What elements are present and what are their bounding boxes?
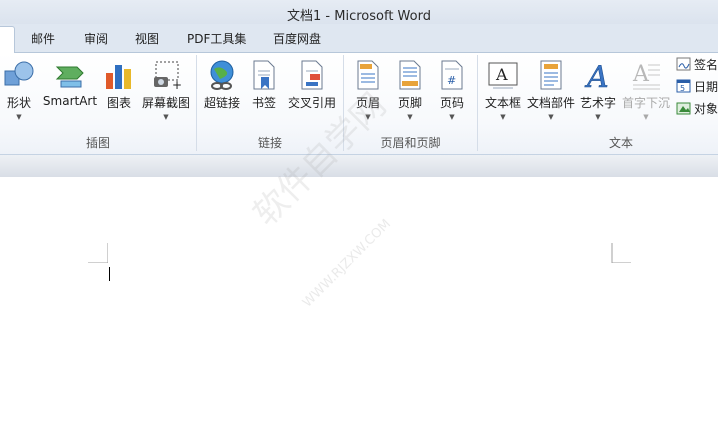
window-title: 文档1 - Microsoft Word	[287, 9, 431, 24]
margin-corner-mark-right	[611, 243, 631, 263]
footer-button[interactable]: 页脚 ▼	[392, 57, 428, 121]
screenshot-label: 屏幕截图	[141, 96, 190, 110]
group-label-links: 链接	[257, 136, 282, 150]
ribbon-tab-bar: 邮件 审阅 视图 PDF工具集 百度网盘	[0, 24, 718, 53]
date-time-icon: 5	[676, 79, 691, 93]
chevron-down-icon: ▼	[407, 113, 413, 121]
document-page[interactable]	[0, 177, 718, 444]
bookmark-label: 书签	[251, 96, 276, 110]
chevron-down-icon: ▼	[16, 113, 22, 121]
ribbon: 形状 ▼ SmartArt 图表 + 屏幕截图 ▼ 插图 超链接 书签 交叉引用…	[0, 53, 718, 155]
smartart-button[interactable]: SmartArt	[40, 57, 100, 121]
date-time-button[interactable]: 5 日期	[676, 78, 718, 96]
textbox-button[interactable]: A 文本框 ▼	[483, 57, 523, 121]
tab-pdf-tools[interactable]: PDF工具集	[187, 30, 246, 47]
shapes-icon	[4, 61, 34, 86]
screenshot-icon: +	[154, 61, 182, 91]
chevron-down-icon: ▼	[163, 113, 169, 121]
tab-view[interactable]: 视图	[135, 30, 159, 47]
tab-review[interactable]: 审阅	[84, 30, 108, 47]
svg-text:5: 5	[680, 84, 685, 93]
footer-label: 页脚	[397, 96, 422, 110]
chevron-down-icon: ▼	[548, 113, 554, 121]
cross-reference-button[interactable]: 交叉引用	[284, 57, 340, 121]
svg-text:A: A	[632, 62, 650, 87]
object-button[interactable]: 对象	[676, 100, 718, 118]
date-time-label: 日期	[694, 80, 718, 94]
signature-label: 签名	[694, 58, 718, 72]
cross-reference-icon	[301, 60, 323, 90]
tab-baidu-netdisk[interactable]: 百度网盘	[273, 30, 321, 47]
chevron-down-icon: ▼	[595, 113, 601, 121]
margin-corner-mark-left	[88, 243, 108, 263]
svg-text:+: +	[172, 78, 182, 91]
hyperlink-label: 超链接	[203, 96, 240, 110]
chart-label: 图表	[106, 96, 131, 110]
drop-cap-label: 首字下沉	[621, 96, 670, 110]
hyperlink-button[interactable]: 超链接	[200, 57, 244, 121]
svg-text:#: #	[447, 74, 456, 87]
screenshot-button[interactable]: + 屏幕截图 ▼	[138, 57, 194, 121]
group-label-header-footer: 页眉和页脚	[380, 136, 441, 150]
drop-cap-icon: A	[632, 62, 660, 90]
quick-parts-button[interactable]: 文档部件 ▼	[526, 57, 576, 121]
text-cursor	[109, 267, 110, 281]
signature-line-button[interactable]: 签名	[676, 56, 718, 74]
bookmark-button[interactable]: 书签	[247, 57, 281, 121]
header-icon	[357, 60, 379, 90]
chevron-down-icon: ▼	[500, 113, 506, 121]
page-number-icon: #	[441, 60, 463, 90]
svg-text:A: A	[495, 65, 508, 84]
header-label: 页眉	[355, 96, 380, 110]
chart-icon	[106, 65, 131, 89]
chevron-down-icon: ▼	[365, 113, 371, 121]
wordart-icon: A	[584, 60, 609, 91]
smartart-label: SmartArt	[42, 94, 98, 108]
tab-mailings[interactable]: 邮件	[31, 30, 55, 47]
object-label: 对象	[694, 102, 718, 116]
shapes-label: 形状	[6, 96, 31, 110]
chevron-down-icon: ▼	[449, 113, 455, 121]
quick-parts-icon	[540, 60, 562, 90]
bookmark-icon	[253, 60, 275, 90]
chevron-down-icon: ▼	[643, 113, 649, 121]
page-number-button[interactable]: # 页码 ▼	[434, 57, 470, 121]
header-button[interactable]: 页眉 ▼	[350, 57, 386, 121]
textbox-icon: A	[488, 62, 518, 89]
wordart-label: 艺术字	[579, 96, 616, 110]
hyperlink-icon	[210, 60, 234, 90]
title-bar: 文档1 - Microsoft Word	[0, 0, 718, 24]
document-workspace-border	[0, 155, 718, 177]
wordart-button[interactable]: A 艺术字 ▼	[579, 57, 617, 121]
object-icon	[676, 102, 691, 115]
page-number-label: 页码	[439, 96, 464, 110]
tab-insert[interactable]	[0, 26, 15, 53]
drop-cap-button[interactable]: A 首字下沉 ▼	[620, 57, 672, 121]
chart-button[interactable]: 图表	[101, 57, 137, 121]
cross-reference-label: 交叉引用	[287, 96, 336, 110]
shapes-button[interactable]: 形状 ▼	[0, 57, 38, 121]
group-label-illustrations: 插图	[85, 136, 110, 150]
textbox-label: 文本框	[484, 96, 521, 110]
svg-text:A: A	[584, 60, 609, 91]
group-label-text: 文本	[608, 136, 633, 150]
smartart-icon	[55, 66, 84, 88]
quick-parts-label: 文档部件	[526, 96, 575, 110]
footer-icon	[399, 60, 421, 90]
signature-icon	[676, 57, 691, 71]
